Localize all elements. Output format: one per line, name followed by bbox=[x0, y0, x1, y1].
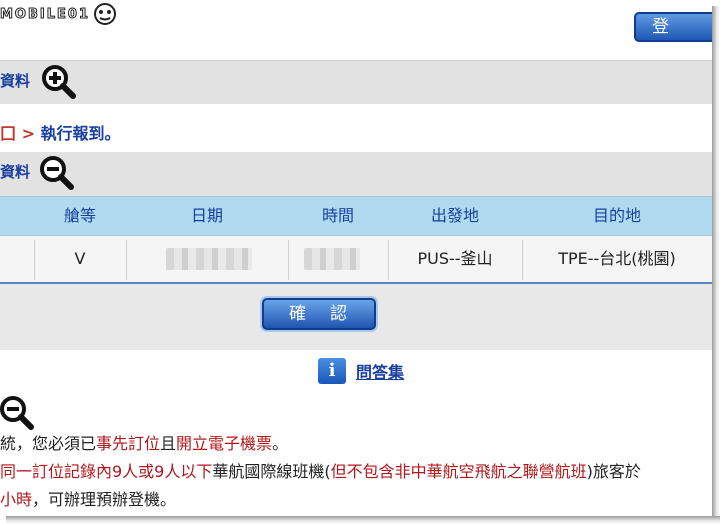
instruction-row: 囗 > 執行報到。 bbox=[0, 104, 712, 152]
instruction-arrow: 囗 > bbox=[0, 124, 35, 143]
logo-face-icon bbox=[94, 3, 116, 25]
section-label-info: 資料 bbox=[0, 72, 31, 90]
notes-line-1: 統，您必須已事先訂位且開立電子機票。 bbox=[0, 430, 712, 458]
cell-cabin: V bbox=[74, 249, 86, 268]
notes-segment-emphasis: 事先訂位 bbox=[96, 434, 161, 453]
notes-segment-emphasis: 但不包含非中華航空飛航之聯營航班 bbox=[330, 462, 587, 481]
page-frame: MOBILE01 登 資料 囗 > 執行報到。 資料 艙等 日期 時間 出發地 … bbox=[0, 0, 712, 516]
redacted-time bbox=[304, 248, 360, 270]
confirm-area: 確認 bbox=[0, 284, 712, 350]
notes-line-2: 同一訂位記錄內9人或9人以下華航國際線班機(但不包含非中華航空飛航之聯營航班)旅… bbox=[0, 458, 712, 486]
zoom-out-icon[interactable] bbox=[38, 154, 74, 190]
table-row: V PUS--釜山 TPE--台北(桃園) bbox=[0, 236, 712, 284]
top-bar: MOBILE01 登 bbox=[0, 0, 712, 60]
notes-line-3: 小時，可辦理預辦登機。 bbox=[0, 486, 712, 514]
site-logo[interactable]: MOBILE01 bbox=[0, 1, 118, 27]
logo-text: MOBILE01 bbox=[0, 6, 90, 22]
cell-destination: TPE--台北(桃園) bbox=[558, 249, 676, 268]
notes-segment-emphasis: 開立電子機票 bbox=[176, 434, 273, 453]
login-button[interactable]: 登 bbox=[634, 12, 712, 42]
notes-segment: 。 bbox=[272, 434, 289, 453]
notes-segment: 華航國際線班機( bbox=[212, 462, 331, 481]
notes-segment-emphasis: 同一訂位記錄內9人或9人以下 bbox=[0, 462, 213, 481]
section-label-flight: 資料 bbox=[0, 163, 31, 181]
instruction-text: 囗 > 執行報到。 bbox=[0, 120, 121, 144]
instruction-label: 執行報到。 bbox=[34, 124, 121, 143]
column-header-cabin: 艙等 bbox=[63, 206, 96, 225]
faq-link-group[interactable]: i 問答集 bbox=[318, 358, 404, 384]
page-shadow bbox=[712, 6, 720, 524]
column-header-origin: 出發地 bbox=[430, 206, 479, 225]
notes-segment: 統，您必須已 bbox=[0, 434, 97, 453]
notes-segment-emphasis: 小時 bbox=[0, 490, 33, 509]
confirm-button[interactable]: 確認 bbox=[262, 298, 376, 330]
passenger-info-header: 資料 bbox=[0, 60, 712, 148]
flight-table-header: 艙等 日期 時間 出發地 目的地 bbox=[0, 196, 712, 236]
notes-segment: ，可辦理預辦登機。 bbox=[32, 490, 177, 509]
faq-link[interactable]: 問答集 bbox=[356, 359, 404, 383]
redacted-date bbox=[166, 248, 252, 270]
column-header-date: 日期 bbox=[190, 206, 223, 225]
zoom-in-icon[interactable] bbox=[40, 63, 76, 99]
flight-info-header: 資料 bbox=[0, 152, 712, 196]
notes-text: 統，您必須已事先訂位且開立電子機票。 同一訂位記錄內9人或9人以下華航國際線班機… bbox=[0, 430, 712, 514]
cell-origin: PUS--釜山 bbox=[417, 249, 493, 268]
notes-segment: )旅客於 bbox=[586, 462, 641, 481]
column-header-time: 時間 bbox=[321, 206, 354, 225]
column-header-destination: 目的地 bbox=[592, 206, 641, 225]
notes-segment: 且 bbox=[160, 434, 177, 453]
zoom-out-icon[interactable] bbox=[0, 394, 36, 430]
info-icon[interactable]: i bbox=[318, 358, 346, 384]
page-shadow bbox=[6, 516, 720, 524]
